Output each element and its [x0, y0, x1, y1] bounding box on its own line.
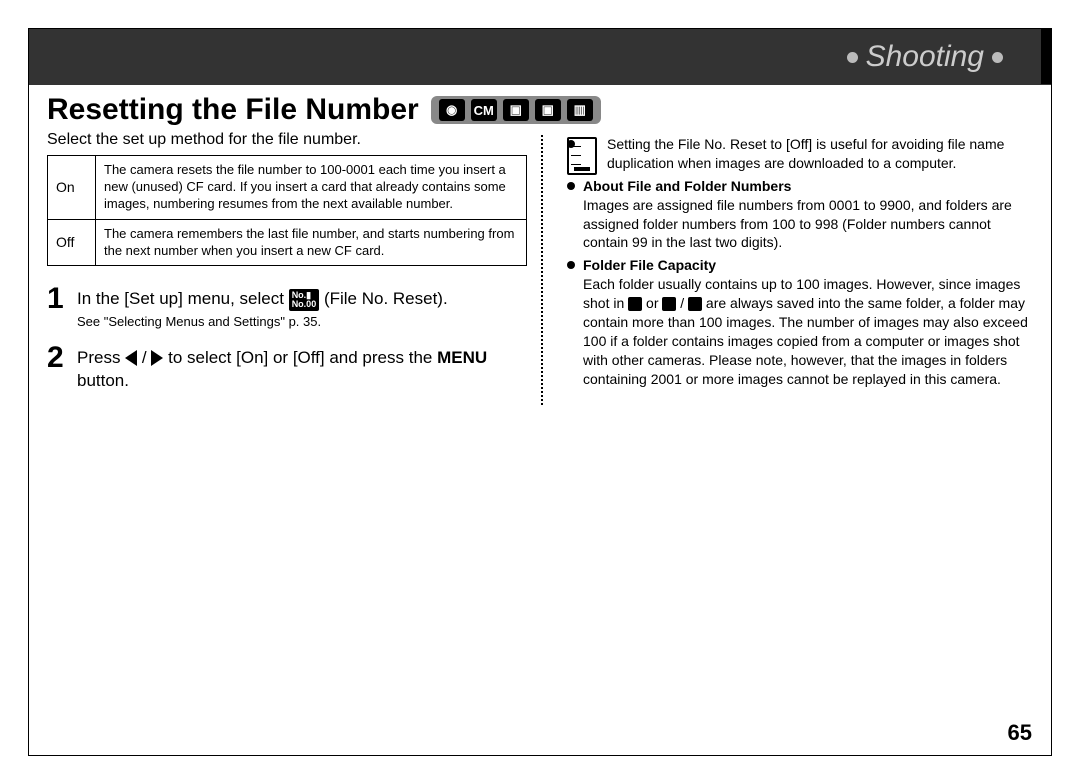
note-text: Setting the File No. Reset to [Off] is u…: [607, 136, 1004, 171]
arrow-right-icon: [151, 350, 163, 366]
step-text-pre: Press: [77, 348, 125, 367]
notes-list: Setting the File No. Reset to [Off] is u…: [567, 135, 1033, 389]
setting-off-desc: The camera remembers the last file numbe…: [96, 219, 527, 266]
step-text-mid: to select [On] or [Off] and press the: [168, 348, 437, 367]
step-1: 1 In the [Set up] menu, select No.▮No.00…: [47, 284, 527, 330]
arrow-left-icon: [125, 350, 137, 366]
step-body: Press / to select [On] or [Off] and pres…: [77, 343, 527, 393]
note-body: Each folder usually contains up to 100 i…: [583, 275, 1033, 388]
mode-stitch-icon: ▣: [503, 99, 529, 121]
step-text-post: (File No. Reset).: [324, 289, 448, 308]
stitch-mode-icon: [662, 297, 676, 311]
stitch-mode-icon: [628, 297, 642, 311]
settings-table: On The camera resets the file number to …: [47, 155, 527, 266]
step-text-pre: In the [Set up] menu, select: [77, 289, 289, 308]
content-columns: Select the set up method for the file nu…: [29, 131, 1051, 405]
mode-stitch2-icon: ▣: [535, 99, 561, 121]
table-row: On The camera resets the file number to …: [48, 156, 527, 220]
column-divider: [541, 135, 543, 405]
step-text-post: button.: [77, 371, 129, 390]
section-title: Shooting: [866, 40, 984, 74]
setting-on-label: On: [48, 156, 96, 220]
intro-text: Select the set up method for the file nu…: [47, 131, 527, 149]
page-title: Resetting the File Number: [47, 93, 419, 127]
mode-camera-icon: ◉: [439, 99, 465, 121]
step-body: In the [Set up] menu, select No.▮No.00 (…: [77, 284, 527, 330]
bullet-icon: [992, 52, 1003, 63]
step-number: 1: [47, 284, 77, 314]
page-frame: Shooting Resetting the File Number ◉ CM …: [28, 28, 1052, 756]
setting-on-desc: The camera resets the file number to 100…: [96, 156, 527, 220]
note-fragment: /: [676, 295, 688, 311]
bullet-icon: [847, 52, 858, 63]
step-number: 2: [47, 343, 77, 373]
note-item: Setting the File No. Reset to [Off] is u…: [567, 135, 1033, 173]
mode-icons-group: ◉ CM ▣ ▣ ▥: [431, 96, 601, 124]
page-number: 65: [1008, 720, 1032, 746]
stitch-mode-icon: [688, 297, 702, 311]
mode-movie-icon: ▥: [567, 99, 593, 121]
right-column: — —— — Setting the File No. Reset to [Of…: [557, 131, 1033, 405]
note-heading: Folder File Capacity: [583, 257, 716, 273]
title-row: Resetting the File Number ◉ CM ▣ ▣ ▥: [29, 85, 1051, 131]
section-header: Shooting: [29, 29, 1051, 85]
left-column: Select the set up method for the file nu…: [47, 131, 527, 405]
table-row: Off The camera remembers the last file n…: [48, 219, 527, 266]
header-accent: [1041, 29, 1051, 84]
note-body: Images are assigned file numbers from 00…: [583, 196, 1033, 253]
note-item: About File and Folder Numbers Images are…: [567, 177, 1033, 253]
note-item: Folder File Capacity Each folder usually…: [567, 256, 1033, 388]
step-2: 2 Press / to select [On] or [Off] and pr…: [47, 343, 527, 393]
setting-off-label: Off: [48, 219, 96, 266]
step-subtext: See "Selecting Menus and Settings" p. 35…: [77, 313, 527, 331]
note-fragment: or: [642, 295, 662, 311]
note-heading: About File and Folder Numbers: [583, 178, 791, 194]
mode-cm-icon: CM: [471, 99, 497, 121]
menu-button-label: MENU: [437, 348, 487, 367]
file-no-reset-icon: No.▮No.00: [289, 289, 320, 311]
